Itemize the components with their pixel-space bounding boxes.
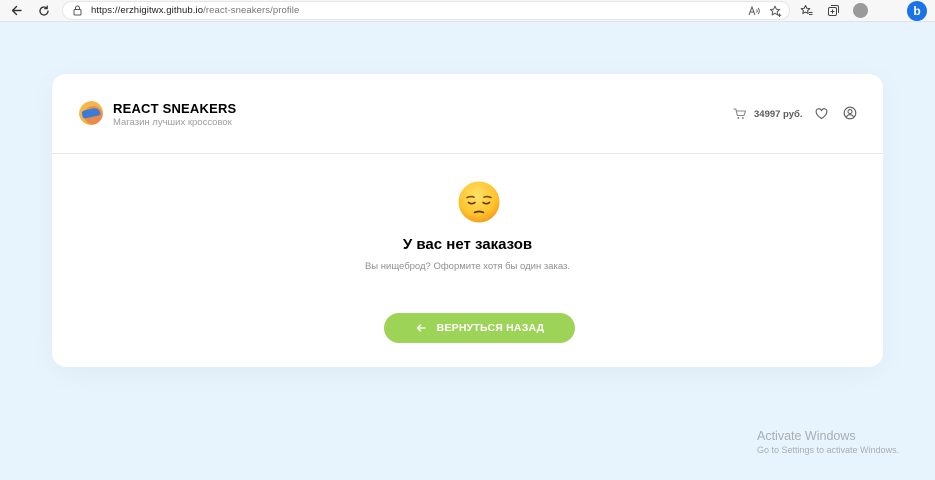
url-host: https://erzhigitwx.github.io [91, 5, 204, 16]
watermark-subtitle: Go to Settings to activate Windows. [757, 445, 900, 455]
read-aloud-icon[interactable] [747, 4, 761, 18]
cart-icon [733, 108, 747, 120]
url-text[interactable]: https://erzhigitwx.github.io/react-sneak… [91, 5, 299, 16]
watermark-title: Activate Windows [757, 429, 856, 443]
empty-state-title: У вас нет заказов [402, 236, 533, 253]
activate-windows-watermark: Activate Windows Go to Settings to activ… [757, 429, 899, 457]
go-back-button[interactable]: ВЕРНУТЬСЯ НАЗАД [384, 313, 575, 343]
site-title: REACT SNEAKERS [113, 101, 237, 116]
main-card: REACT SNEAKERS Магазин лучших кроссовок … [52, 74, 883, 367]
user-icon[interactable] [843, 106, 857, 120]
site-subtitle: Магазин лучших кроссовок [113, 117, 232, 128]
collections-icon[interactable] [826, 3, 841, 18]
site-header: REACT SNEAKERS Магазин лучших кроссовок … [52, 74, 883, 154]
url-path: /react-sneakers/profile [203, 5, 300, 16]
heart-icon[interactable] [815, 107, 828, 120]
browser-toolbar: https://erzhigitwx.github.io/react-sneak… [0, 0, 935, 22]
favorites-icon[interactable] [799, 3, 814, 18]
back-arrow-icon[interactable] [6, 1, 26, 21]
pensive-face-icon [457, 180, 501, 224]
arrow-left-icon [415, 322, 427, 334]
favorite-add-icon[interactable] [768, 4, 782, 18]
go-back-label: ВЕРНУТЬСЯ НАЗАД [436, 322, 545, 334]
address-bar[interactable]: https://erzhigitwx.github.io/react-sneak… [62, 1, 790, 20]
lock-icon[interactable] [71, 5, 83, 17]
bing-icon[interactable]: b [907, 1, 927, 21]
cart-total: 34997 руб. [754, 108, 803, 120]
cart-button[interactable]: 34997 руб. [733, 108, 803, 120]
refresh-icon[interactable] [34, 1, 54, 21]
logo-sneaker-shape [81, 107, 101, 119]
brand[interactable]: REACT SNEAKERS Магазин лучших кроссовок [113, 101, 236, 129]
logo-icon[interactable] [79, 101, 103, 125]
profile-icon[interactable] [853, 3, 868, 18]
empty-state-subtitle: Вы нищеброд? Оформите хотя бы один заказ… [364, 261, 571, 272]
